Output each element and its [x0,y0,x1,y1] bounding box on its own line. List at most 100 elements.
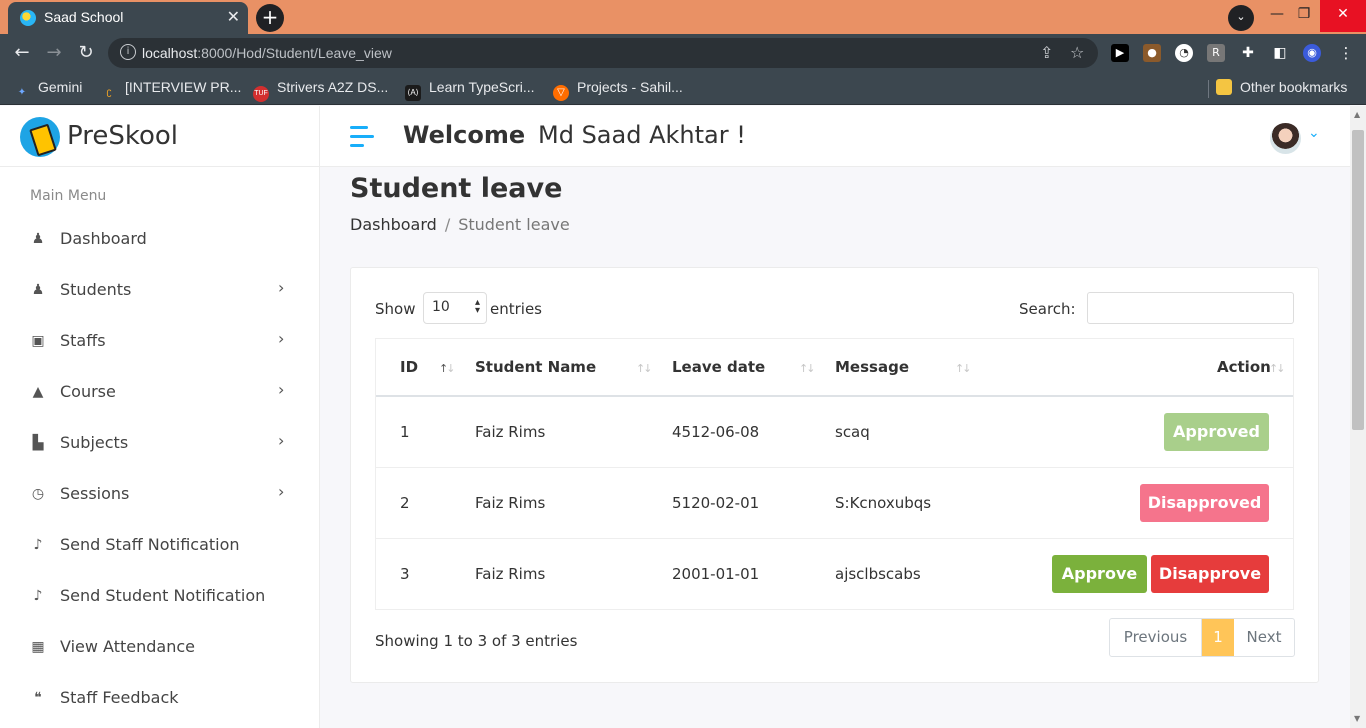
cell-message: scaq [835,423,870,441]
entries-label: entries [490,300,542,318]
scrollbar-thumb[interactable] [1352,130,1364,430]
new-tab-button[interactable]: + [256,4,284,32]
scroll-up-arrow-icon[interactable]: ▲ [1354,110,1360,119]
extension-play-icon[interactable]: ▶ [1111,44,1129,62]
previous-page-button[interactable]: Previous [1110,619,1202,656]
share-icon[interactable]: ⇪ [1040,43,1053,62]
sidebar-item-staff-feedback[interactable]: ❝ Staff Feedback [0,678,320,722]
logo[interactable]: PreSkool [0,106,320,167]
breadcrumb-dashboard-link[interactable]: Dashboard [350,215,437,234]
bookmark-strivers[interactable]: TUF Strivers A2Z DS... [253,79,388,102]
typescript-icon: ⟨A⟩ [405,85,421,101]
scroll-down-arrow-icon[interactable]: ▼ [1354,714,1360,723]
tab-close-icon[interactable]: ✕ [227,7,240,26]
sidebar-item-send-student-notification[interactable]: ♪ Send Student Notification [0,576,320,620]
chevron-down-icon[interactable]: ⌄ [1308,125,1320,141]
cell-leave-date: 2001-01-01 [672,565,760,583]
sidebar-item-students[interactable]: ♟ Students › [0,270,320,314]
column-header-student-name[interactable]: Student Name [475,358,596,376]
column-header-message[interactable]: Message [835,358,909,376]
browser-tabstrip: Saad School ✕ + ⌄ — ❐ ✕ [0,0,1366,34]
clock-icon: ◷ [31,486,45,502]
sidebar-item-course[interactable]: ▲ Course › [0,372,320,416]
tab-favicon-icon [20,10,36,26]
extension-clock-icon[interactable]: ◔ [1175,44,1193,62]
sort-icon[interactable]: ↑↓ [955,362,972,375]
sidebar-item-label: Course [60,382,116,401]
address-bar[interactable]: i localhost:8000/Hod/Student/Leave_view … [108,38,1098,68]
search-input[interactable] [1087,292,1294,324]
sidebar-item-label: Subjects [60,433,129,452]
book-reader-icon: ▙ [32,435,44,451]
select-caret-icon: ▴ ▾ [474,297,480,316]
sidebar-item-label: Students [60,280,132,299]
disapprove-button[interactable]: Disapprove [1151,555,1269,593]
bookmark-gemini[interactable]: ✦ Gemini [14,79,83,101]
sort-icon[interactable]: ↑↓ [636,362,653,375]
chevron-right-icon: › [278,380,285,399]
extension-cookie-icon[interactable]: ● [1143,44,1161,62]
bookmark-interview[interactable]: ʗ [INTERVIEW PR... [101,79,242,101]
sidebar-item-send-staff-notification[interactable]: ♪ Send Staff Notification [0,525,320,569]
tab-search-button[interactable]: ⌄ [1228,5,1254,31]
table-header: ID ↑↓ Student Name ↑↓ Leave date ↑↓ Mess… [376,339,1293,397]
next-page-button[interactable]: Next [1234,619,1294,656]
sort-icon[interactable]: ↑↓ [1269,362,1286,375]
bookmark-projects[interactable]: ▽ Projects - Sahil... [553,79,683,101]
table-row: 1 Faiz Rims 4512-06-08 scaq Approved [376,397,1293,468]
gemini-icon: ✦ [17,87,27,98]
back-arrow-icon[interactable]: ← [10,42,34,66]
table-row: 2 Faiz Rims 5120-02-01 S:Kcnoxubqs Disap… [376,468,1293,539]
browser-tab[interactable]: Saad School ✕ [8,2,248,34]
sidebar-menu-title: Main Menu [30,188,107,204]
chevron-right-icon: › [278,278,285,297]
site-info-icon[interactable]: i [120,44,136,60]
calendar-icon: ▦ [31,639,45,655]
bookmark-star-icon[interactable]: ☆ [1070,43,1084,62]
sort-icon[interactable]: ↑↓ [799,362,816,375]
show-label: Show [375,300,416,318]
reload-icon[interactable]: ↻ [74,42,98,66]
profile-avatar-icon[interactable]: ◉ [1303,44,1321,62]
sidebar: Main Menu ♟ Dashboard ♟ Students › ▣ Sta… [0,167,320,728]
table-info: Showing 1 to 3 of 3 entries [375,632,578,650]
cell-message: ajsclbscabs [835,565,921,583]
menu-toggle-icon[interactable] [350,126,374,148]
sidebar-item-dashboard[interactable]: ♟ Dashboard [0,219,320,263]
sidebar-item-label: Send Student Notification [60,586,266,605]
browser-menu-icon[interactable]: ⋮ [1337,44,1355,62]
sidebar-item-view-attendance[interactable]: ▦ View Attendance [0,627,320,671]
sidebar-item-label: Sessions [60,484,130,503]
cell-student-name: Faiz Rims [475,423,546,441]
extensions-puzzle-icon[interactable]: ✚ [1239,44,1257,62]
close-window-button[interactable]: ✕ [1320,0,1366,32]
sidebar-item-subjects[interactable]: ▙ Subjects › [0,423,320,467]
column-header-action[interactable]: Action [1217,358,1271,376]
chalkboard-teacher-icon: ▣ [31,333,45,349]
page-length-select[interactable]: 10 ▴ ▾ [423,292,487,324]
bell-icon: ♪ [33,537,43,553]
cell-id: 3 [400,565,410,583]
page-length-value: 10 [432,299,450,315]
user-avatar[interactable] [1270,123,1301,154]
app-header: PreSkool Welcome Md Saad Akhtar ! ⌄ [0,106,1350,167]
graduation-cap-icon: ▲ [32,384,44,400]
side-panel-icon[interactable]: ◧ [1271,44,1289,62]
other-bookmarks[interactable]: Other bookmarks [1216,79,1347,95]
sidebar-item-staffs[interactable]: ▣ Staffs › [0,321,320,365]
sort-icon[interactable]: ↑↓ [439,362,456,375]
pagination: Previous 1 Next [1109,618,1295,657]
sidebar-item-sessions[interactable]: ◷ Sessions › [0,474,320,518]
forward-arrow-icon[interactable]: → [42,42,66,66]
approve-button[interactable]: Approve [1052,555,1147,593]
extension-r-icon[interactable]: R [1207,44,1225,62]
sidebar-item-label: Staff Feedback [60,688,179,707]
main-content: Student leave Dashboard / Student leave Sh… [320,167,1350,728]
column-header-leave-date[interactable]: Leave date [672,358,765,376]
table-row: 3 Faiz Rims 2001-01-01 ajsclbscabs Appro… [376,539,1293,610]
column-header-id[interactable]: ID [400,358,418,376]
page-1-button[interactable]: 1 [1202,619,1234,656]
bookmark-typescript[interactable]: ⟨A⟩ Learn TypeScri... [405,79,535,101]
page-scrollbar[interactable]: ▲ ▼ [1350,106,1366,728]
approved-status-button: Approved [1164,413,1269,451]
